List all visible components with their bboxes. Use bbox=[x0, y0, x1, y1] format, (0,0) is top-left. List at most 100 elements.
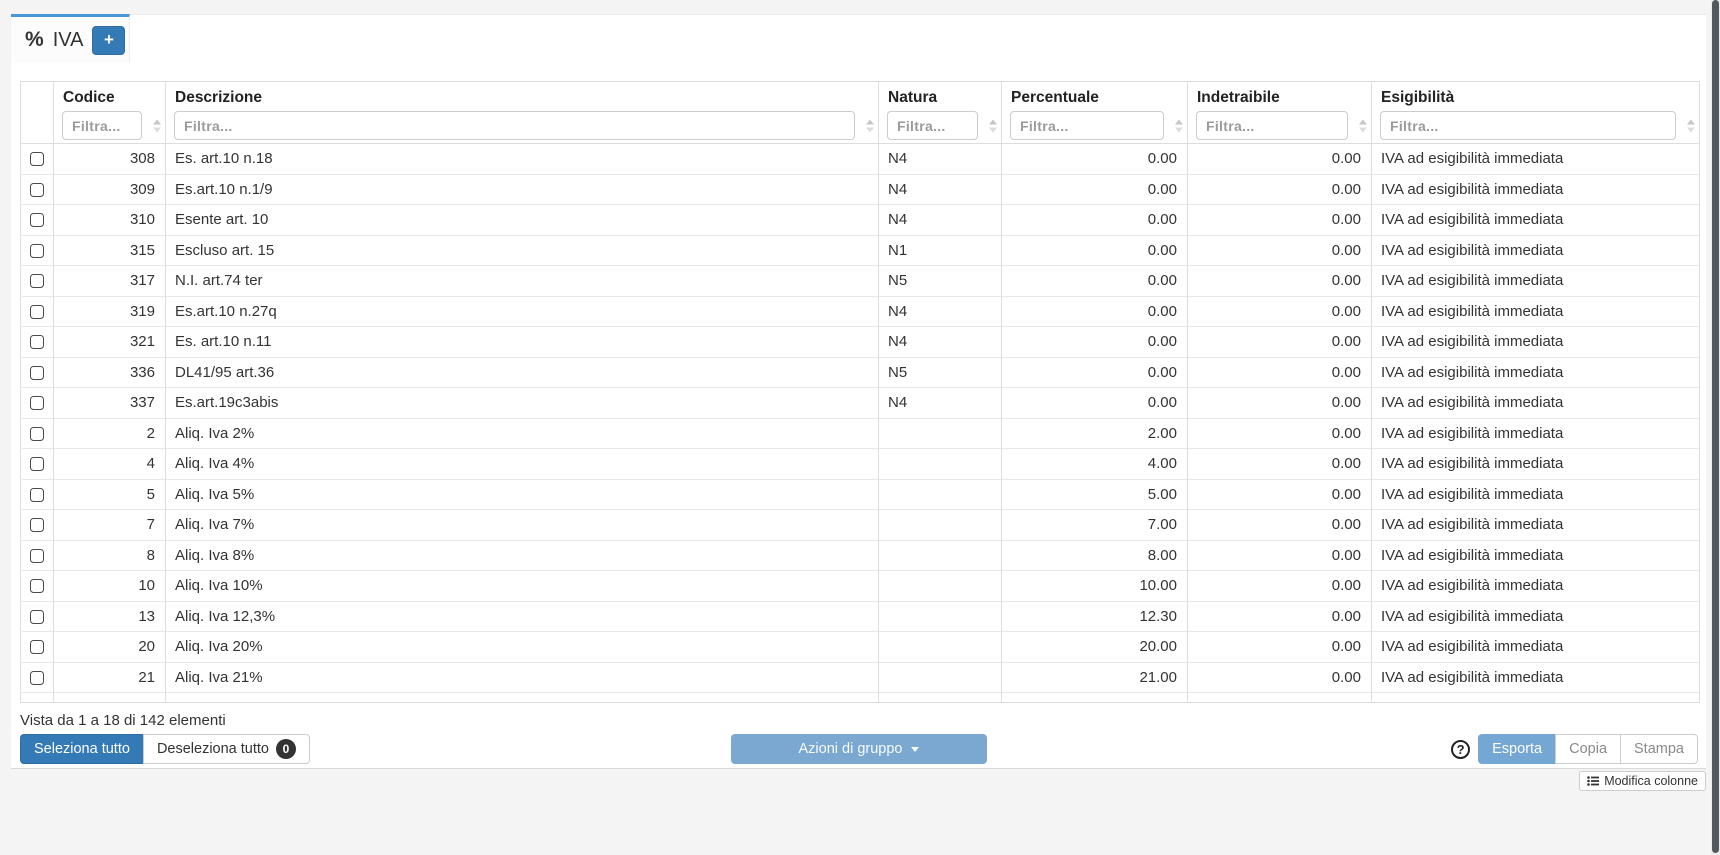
print-button[interactable]: Stampa bbox=[1620, 734, 1698, 764]
table-row[interactable]: 337 Es.art.19c3abis N4 0.00 0.00 IVA ad … bbox=[21, 388, 1700, 419]
row-checkbox[interactable] bbox=[30, 549, 44, 563]
row-select-cell[interactable] bbox=[21, 632, 54, 663]
cell-descrizione: Escluso art. 15 bbox=[166, 235, 879, 266]
table-row[interactable]: 2 Aliq. Iva 2% 2.00 0.00 IVA ad esigibil… bbox=[21, 418, 1700, 449]
table-row[interactable]: 309 Es.art.10 n.1/9 N4 0.00 0.00 IVA ad … bbox=[21, 174, 1700, 205]
cell-indetraibile: 0.00 bbox=[1188, 662, 1372, 693]
filter-input-descrizione[interactable] bbox=[174, 111, 855, 140]
table-row[interactable]: 13 Aliq. Iva 12,3% 12.30 0.00 IVA ad esi… bbox=[21, 601, 1700, 632]
cell-codice: 21 bbox=[54, 662, 166, 693]
tab-iva[interactable]: % IVA + bbox=[11, 14, 130, 63]
filter-cell-percentuale bbox=[1002, 109, 1188, 144]
row-checkbox[interactable] bbox=[30, 366, 44, 380]
filter-input-indetraibile[interactable] bbox=[1196, 111, 1348, 140]
sort-icon-codice[interactable] bbox=[153, 119, 161, 132]
copy-button[interactable]: Copia bbox=[1555, 734, 1621, 764]
row-checkbox[interactable] bbox=[30, 396, 44, 410]
row-checkbox[interactable] bbox=[30, 335, 44, 349]
filter-input-esigibilita[interactable] bbox=[1380, 111, 1676, 140]
row-checkbox[interactable] bbox=[30, 671, 44, 685]
edit-columns-button[interactable]: Modifica colonne bbox=[1579, 771, 1706, 791]
cell-percentuale: 21.00 bbox=[1002, 662, 1188, 693]
row-select-cell[interactable] bbox=[21, 601, 54, 632]
filter-input-codice[interactable] bbox=[62, 111, 142, 140]
row-checkbox[interactable] bbox=[30, 457, 44, 471]
column-header-codice[interactable]: Codice bbox=[54, 82, 166, 109]
table-row[interactable]: 7 Aliq. Iva 7% 7.00 0.00 IVA ad esigibil… bbox=[21, 510, 1700, 541]
row-select-cell[interactable] bbox=[21, 418, 54, 449]
row-select-cell[interactable] bbox=[21, 571, 54, 602]
table-row[interactable]: 4 Aliq. Iva 4% 4.00 0.00 IVA ad esigibil… bbox=[21, 449, 1700, 480]
row-select-cell[interactable] bbox=[21, 205, 54, 236]
table-row[interactable]: 10 Aliq. Iva 10% 10.00 0.00 IVA ad esigi… bbox=[21, 571, 1700, 602]
cell-esigibilita: IVA ad esigibilità immediata bbox=[1372, 327, 1700, 358]
row-checkbox[interactable] bbox=[30, 244, 44, 258]
column-header-natura[interactable]: Natura bbox=[879, 82, 1002, 109]
row-checkbox[interactable] bbox=[30, 427, 44, 441]
row-select-cell[interactable] bbox=[21, 266, 54, 297]
row-checkbox[interactable] bbox=[30, 213, 44, 227]
column-header-indetraibile[interactable]: Indetraibile bbox=[1188, 82, 1372, 109]
deselect-all-button[interactable]: Deseleziona tutto 0 bbox=[143, 734, 310, 764]
row-select-cell[interactable] bbox=[21, 540, 54, 571]
column-header-esigibilita[interactable]: Esigibilità bbox=[1372, 82, 1700, 109]
row-checkbox[interactable] bbox=[30, 305, 44, 319]
row-checkbox[interactable] bbox=[30, 183, 44, 197]
column-header-descrizione[interactable]: Descrizione bbox=[166, 82, 879, 109]
table-row[interactable]: 310 Esente art. 10 N4 0.00 0.00 IVA ad e… bbox=[21, 205, 1700, 236]
cell-natura: N1 bbox=[879, 235, 1002, 266]
table-row[interactable]: 319 Es.art.10 n.27q N4 0.00 0.00 IVA ad … bbox=[21, 296, 1700, 327]
table-row[interactable]: 8 Aliq. Iva 8% 8.00 0.00 IVA ad esigibil… bbox=[21, 540, 1700, 571]
cell-descrizione: N.I. art.74 ter bbox=[166, 266, 879, 297]
scrollbar-thumb[interactable] bbox=[1712, 0, 1719, 853]
table-row[interactable]: 308 Es. art.10 n.18 N4 0.00 0.00 IVA ad … bbox=[21, 144, 1700, 175]
row-select-cell[interactable] bbox=[21, 479, 54, 510]
add-iva-button[interactable]: + bbox=[92, 26, 125, 55]
group-actions-button[interactable]: Azioni di gruppo bbox=[731, 734, 987, 764]
column-header-percentuale[interactable]: Percentuale bbox=[1002, 82, 1188, 109]
table-row[interactable]: 21 Aliq. Iva 21% 21.00 0.00 IVA ad esigi… bbox=[21, 662, 1700, 693]
row-select-cell[interactable] bbox=[21, 388, 54, 419]
table-row[interactable]: 321 Es. art.10 n.11 N4 0.00 0.00 IVA ad … bbox=[21, 327, 1700, 358]
table-row[interactable]: 317 N.I. art.74 ter N5 0.00 0.00 IVA ad … bbox=[21, 266, 1700, 297]
sort-icon-indetraibile[interactable] bbox=[1359, 119, 1367, 132]
sort-icon-esigibilita[interactable] bbox=[1687, 119, 1695, 132]
cell-indetraibile: 0.00 bbox=[1188, 571, 1372, 602]
sort-icon-descrizione[interactable] bbox=[866, 119, 874, 132]
row-select-cell[interactable] bbox=[21, 144, 54, 175]
row-checkbox[interactable] bbox=[30, 640, 44, 654]
table-row[interactable]: 315 Escluso art. 15 N1 0.00 0.00 IVA ad … bbox=[21, 235, 1700, 266]
cell-natura bbox=[879, 540, 1002, 571]
cell-percentuale: 7.00 bbox=[1002, 510, 1188, 541]
row-checkbox[interactable] bbox=[30, 579, 44, 593]
vertical-scrollbar[interactable] bbox=[1711, 0, 1720, 855]
cell-natura bbox=[879, 479, 1002, 510]
row-checkbox[interactable] bbox=[30, 488, 44, 502]
cell-codice: 10 bbox=[54, 571, 166, 602]
table-row[interactable]: 5 Aliq. Iva 5% 5.00 0.00 IVA ad esigibil… bbox=[21, 479, 1700, 510]
cell-descrizione: Aliq. Iva 10% bbox=[166, 571, 879, 602]
sort-icon-natura[interactable] bbox=[989, 119, 997, 132]
sort-icon-percentuale[interactable] bbox=[1175, 119, 1183, 132]
row-select-cell[interactable] bbox=[21, 357, 54, 388]
cell-percentuale: 0.00 bbox=[1002, 235, 1188, 266]
row-select-cell[interactable] bbox=[21, 296, 54, 327]
table-row[interactable]: 336 DL41/95 art.36 N5 0.00 0.00 IVA ad e… bbox=[21, 357, 1700, 388]
row-checkbox[interactable] bbox=[30, 518, 44, 532]
row-select-cell[interactable] bbox=[21, 449, 54, 480]
filter-input-percentuale[interactable] bbox=[1010, 111, 1164, 140]
row-select-cell[interactable] bbox=[21, 174, 54, 205]
row-select-cell[interactable] bbox=[21, 235, 54, 266]
filter-input-natura[interactable] bbox=[887, 111, 978, 140]
export-button[interactable]: Esporta bbox=[1478, 734, 1556, 764]
cell-percentuale: 12.30 bbox=[1002, 601, 1188, 632]
help-icon[interactable]: ? bbox=[1451, 740, 1470, 759]
row-select-cell[interactable] bbox=[21, 327, 54, 358]
row-checkbox[interactable] bbox=[30, 152, 44, 166]
row-checkbox[interactable] bbox=[30, 274, 44, 288]
select-all-button[interactable]: Seleziona tutto bbox=[20, 734, 144, 764]
row-select-cell[interactable] bbox=[21, 510, 54, 541]
table-row[interactable]: 20 Aliq. Iva 20% 20.00 0.00 IVA ad esigi… bbox=[21, 632, 1700, 663]
row-checkbox[interactable] bbox=[30, 610, 44, 624]
row-select-cell[interactable] bbox=[21, 662, 54, 693]
